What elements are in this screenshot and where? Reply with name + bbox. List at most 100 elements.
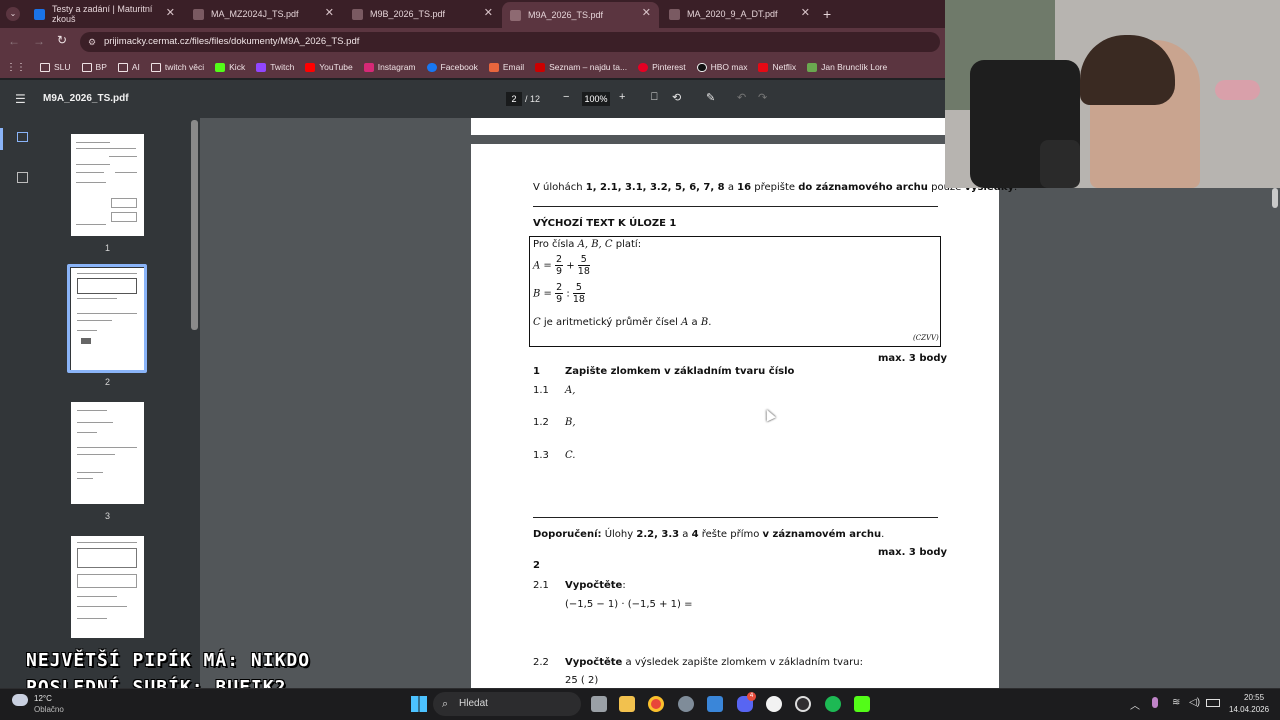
- pdf-icon: [352, 8, 363, 20]
- tab-m9a-active[interactable]: M9A_2026_TS.pdf ✕: [502, 2, 659, 28]
- menu-icon[interactable]: ☰: [15, 92, 26, 106]
- thumbnails-icon[interactable]: [17, 132, 28, 142]
- close-icon[interactable]: ✕: [642, 8, 651, 19]
- wifi-icon[interactable]: ≋: [1172, 697, 1180, 708]
- file-explorer-icon[interactable]: [619, 696, 635, 712]
- rotate-icon[interactable]: ⟲: [672, 91, 681, 104]
- thumbnail-label-3: 3: [104, 511, 110, 521]
- bookmark-instagram[interactable]: Instagram: [363, 62, 416, 72]
- kick-app-icon[interactable]: [854, 696, 870, 712]
- q1-number: 1: [533, 366, 540, 377]
- pinterest-icon: [638, 62, 649, 72]
- bookmark-email[interactable]: Email: [488, 62, 524, 72]
- bookmark-ai[interactable]: AI: [117, 62, 140, 72]
- q12-number: 1.2: [533, 417, 549, 428]
- clock-date[interactable]: 14.04.2026: [1229, 705, 1269, 714]
- back-icon[interactable]: ←: [8, 34, 20, 48]
- spotify-icon[interactable]: [825, 696, 841, 712]
- volume-icon[interactable]: ◁): [1189, 697, 1200, 708]
- undo-icon[interactable]: ↶: [737, 91, 746, 104]
- fit-page-icon[interactable]: ⎕: [651, 91, 658, 104]
- close-icon[interactable]: ✕: [166, 8, 175, 19]
- itunes-icon[interactable]: [766, 696, 782, 712]
- weather-desc: Oblačno: [34, 705, 64, 714]
- max-points-1: max. 3 body: [878, 353, 948, 364]
- source-czvv: (CZVV): [913, 334, 939, 342]
- page-thumbnail-2[interactable]: [71, 268, 144, 370]
- reload-icon[interactable]: ↻: [57, 33, 67, 47]
- q2-number: 2: [533, 560, 540, 571]
- windows-start-icon[interactable]: [411, 696, 427, 712]
- bookmark-seznam[interactable]: Seznam – najdu ta...: [535, 62, 627, 72]
- redo-icon[interactable]: ↷: [758, 91, 767, 104]
- recommendation: Doporučení: Úlohy 2.2, 3.3 a 4 řešte pří…: [533, 529, 885, 540]
- max-points-2: max. 3 body: [878, 547, 948, 558]
- battery-icon[interactable]: [1206, 699, 1220, 707]
- page-total: / 12: [525, 94, 541, 104]
- zoom-input[interactable]: 100%: [582, 92, 610, 106]
- annotate-icon[interactable]: ✎: [706, 91, 715, 104]
- box-c-definition: C je aritmetický průměr čísel A a B.: [533, 317, 712, 328]
- bookmark-facebook[interactable]: Facebook: [426, 62, 478, 72]
- page-thumbnail-4[interactable]: [71, 536, 144, 638]
- q11-var: A,: [565, 385, 576, 396]
- tab-label: M9B_2026_TS.pdf: [370, 9, 446, 19]
- close-icon[interactable]: ✕: [484, 8, 493, 19]
- bookmark-netflix[interactable]: Netflix: [758, 62, 796, 72]
- bookmark-bp[interactable]: BP: [81, 62, 107, 72]
- tab-list-icon[interactable]: ⌄: [6, 7, 20, 21]
- apps-icon[interactable]: ⋮⋮: [6, 62, 26, 73]
- bookmark-hbo[interactable]: HBO max: [696, 62, 747, 72]
- bookmark-slu[interactable]: SLU: [40, 62, 71, 72]
- zoom-in-icon[interactable]: +: [619, 91, 625, 103]
- bookmark-lore[interactable]: Jan Brunclík Lore: [807, 62, 887, 72]
- address-bar[interactable]: ⚙ prijimacky.cermat.cz/files/files/dokum…: [80, 32, 940, 52]
- page-thumbnail-3[interactable]: [71, 402, 144, 504]
- tab-label: MA_2020_9_A_DT.pdf: [687, 9, 778, 19]
- problem-box: [529, 236, 941, 347]
- new-tab-button[interactable]: +: [823, 6, 831, 22]
- search-icon: ⌕: [442, 698, 449, 710]
- tab-ma-mz2024j[interactable]: MA_MZ2024J_TS.pdf ✕: [185, 0, 342, 28]
- bookmark-pinterest[interactable]: Pinterest: [638, 62, 686, 72]
- folder-icon: [40, 62, 50, 72]
- outline-icon[interactable]: [17, 172, 28, 183]
- bookmark-youtube[interactable]: YouTube: [305, 62, 353, 72]
- chrome-icon[interactable]: [648, 696, 664, 712]
- obs-icon[interactable]: [795, 696, 811, 712]
- microphone-icon[interactable]: [1152, 697, 1158, 708]
- bookmark-twitch-veci[interactable]: twitch věci: [150, 62, 204, 72]
- q12-var: B,: [565, 417, 576, 428]
- netflix-icon: [758, 62, 769, 72]
- tab-m9b[interactable]: M9B_2026_TS.pdf ✕: [344, 0, 501, 28]
- previous-page-bottom: [471, 118, 945, 135]
- bookmark-kick[interactable]: Kick: [215, 62, 245, 72]
- discord-badge: 4: [747, 692, 756, 701]
- close-icon[interactable]: ✕: [325, 8, 334, 19]
- zoom-out-icon[interactable]: −: [563, 91, 569, 103]
- close-icon[interactable]: ✕: [801, 8, 810, 19]
- sidebar-scrollbar[interactable]: [191, 120, 198, 330]
- document-scrollbar[interactable]: [1272, 188, 1278, 208]
- settings-icon[interactable]: [678, 696, 694, 712]
- pdf-icon: [669, 8, 680, 20]
- webcam-microphone: [1040, 140, 1080, 188]
- tray-overflow-icon[interactable]: ︿: [1130, 697, 1140, 712]
- forward-icon[interactable]: →: [33, 34, 45, 48]
- weather-icon[interactable]: [12, 694, 28, 706]
- tab-bar: ⌄ Testy a zadání | Maturitní zkouš ✕ MA_…: [0, 0, 945, 28]
- site-info-icon[interactable]: ⚙: [88, 32, 96, 52]
- url-text: prijimacky.cermat.cz/files/files/dokumen…: [104, 36, 360, 47]
- tab-ma2020[interactable]: MA_2020_9_A_DT.pdf ✕: [661, 0, 818, 28]
- task-view-icon[interactable]: [591, 696, 607, 712]
- pdf-title: M9A_2026_TS.pdf: [43, 93, 129, 104]
- page-thumbnail-1[interactable]: [71, 134, 144, 236]
- clock-time[interactable]: 20:55: [1244, 693, 1264, 702]
- q1-text: Zapište zlomkem v základním tvaru číslo: [565, 366, 795, 377]
- photos-icon[interactable]: [707, 696, 723, 712]
- page-number-input[interactable]: 2: [506, 92, 522, 106]
- taskbar-search[interactable]: ⌕ Hledat: [433, 692, 581, 716]
- taskbar: [0, 688, 1280, 720]
- tab-testy[interactable]: Testy a zadání | Maturitní zkouš ✕: [26, 0, 183, 28]
- bookmark-twitch[interactable]: Twitch: [256, 62, 294, 72]
